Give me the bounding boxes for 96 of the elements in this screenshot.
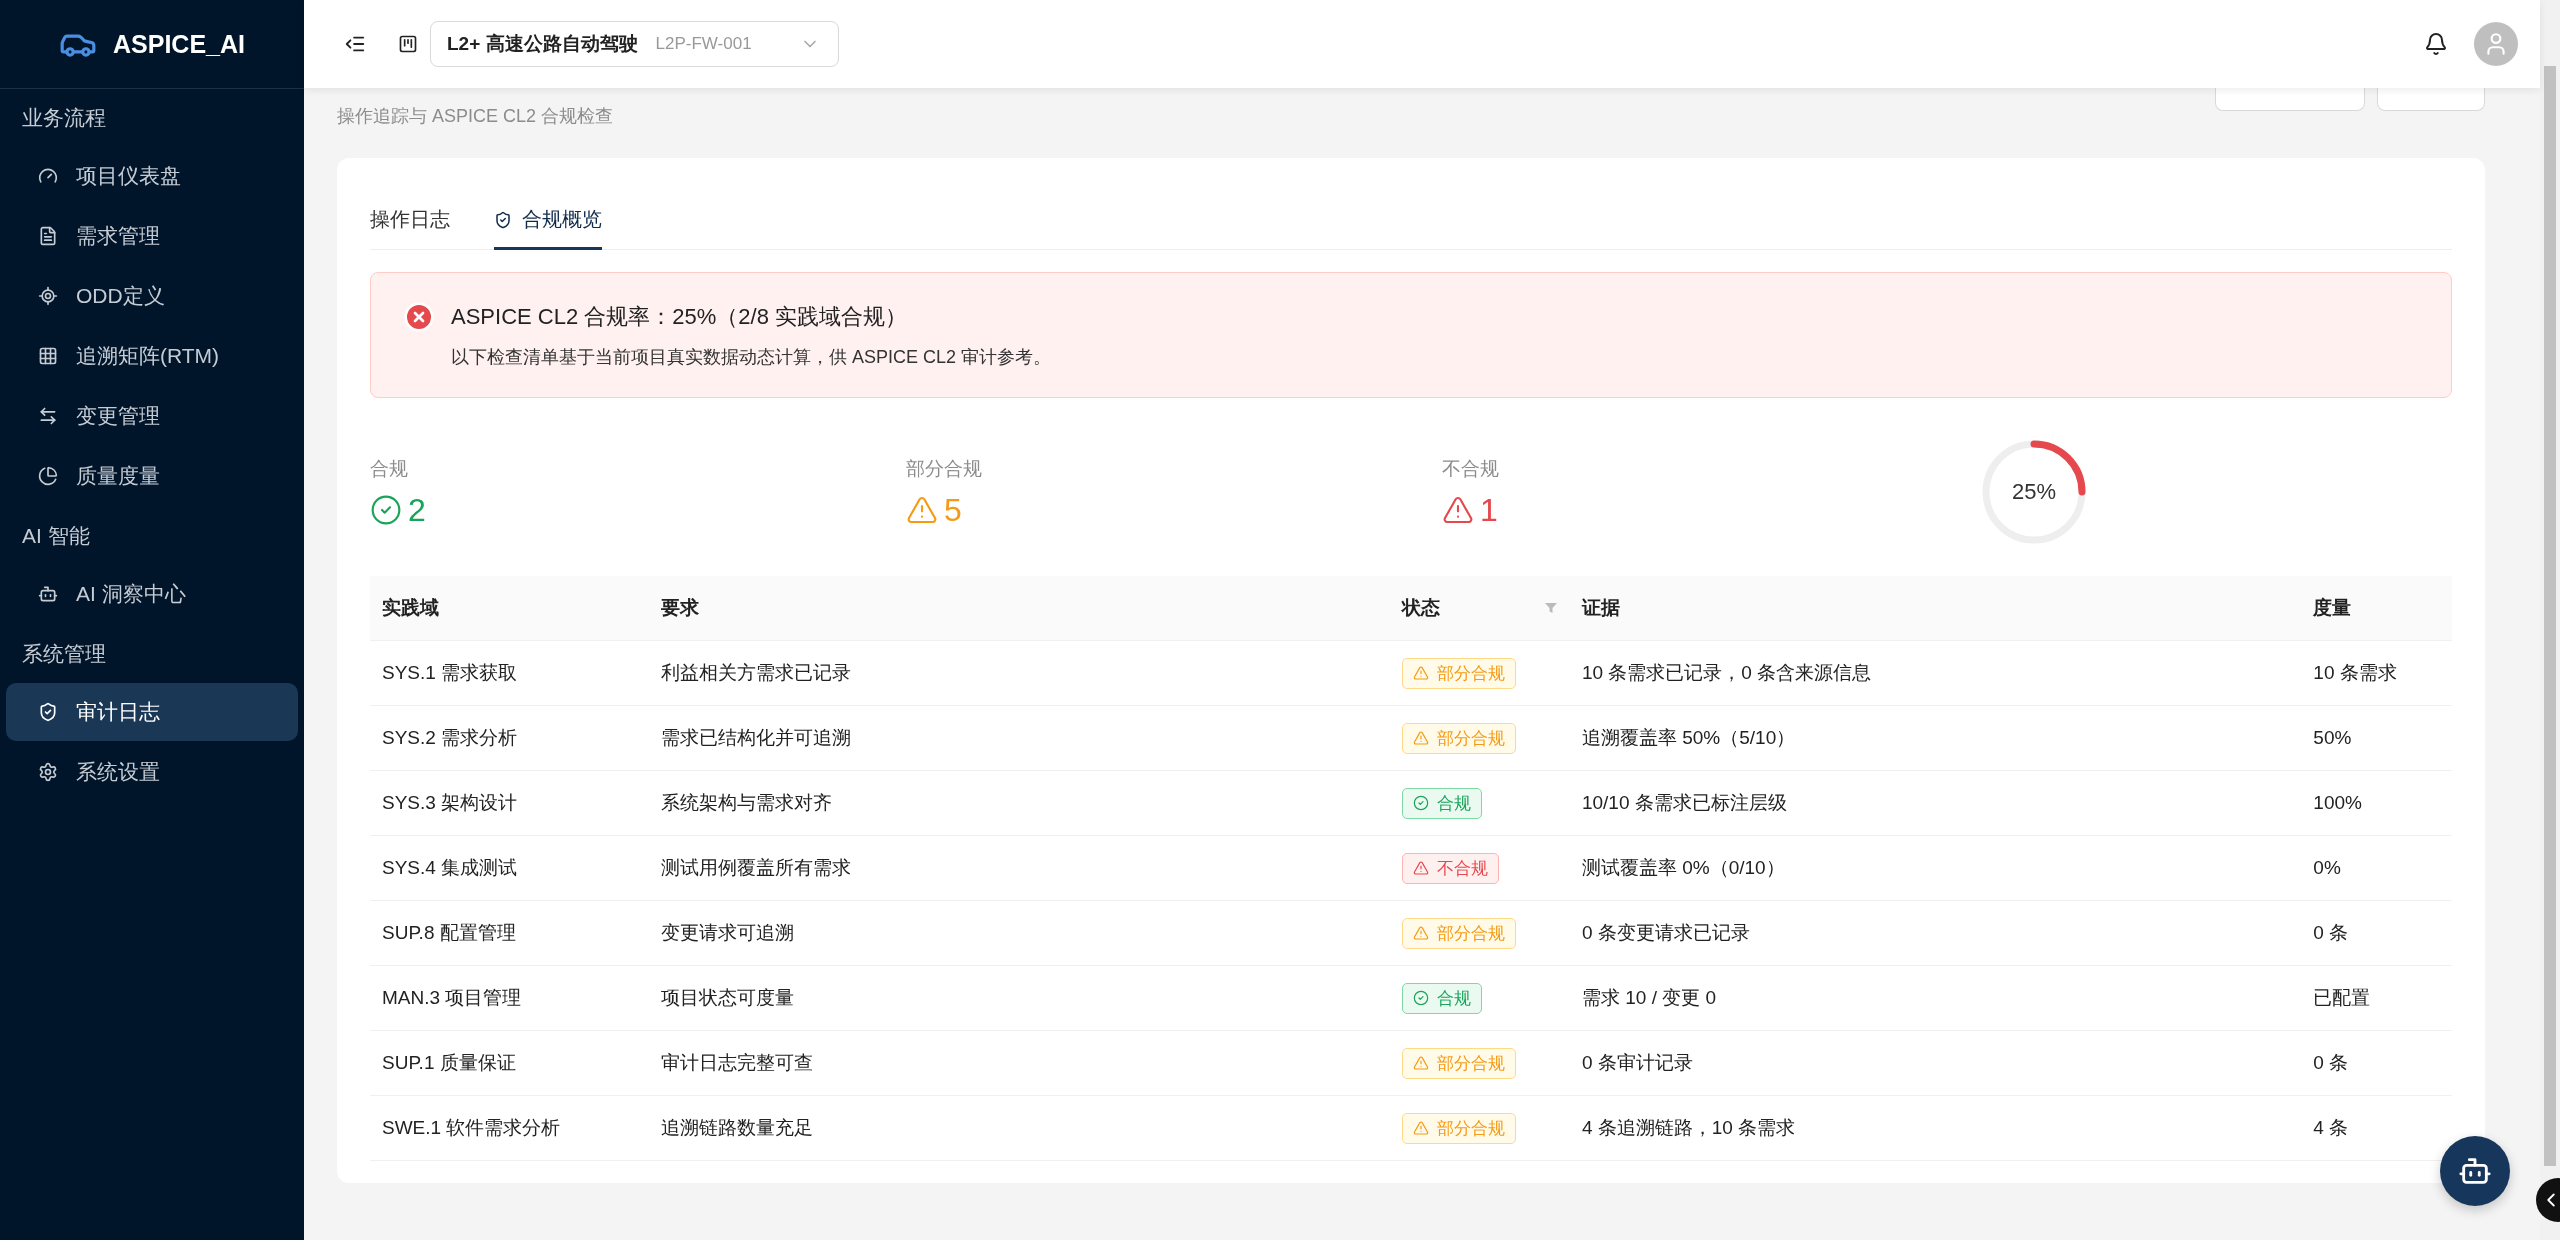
warning-icon [1412,925,1429,941]
alert-message: 以下检查清单基于当前项目真实数据动态计算，供 ASPICE CL2 审计参考。 [451,346,1053,369]
status-tag: 不合规 [1401,852,1499,884]
table-cell: 0 条 [2301,900,2452,966]
stat-value: 5 [944,491,962,529]
table-cell: 100% [2301,770,2452,836]
status-tag: 部分合规 [1401,657,1516,689]
column-header: 证据 [1569,576,2302,641]
scrollbar-thumb[interactable] [2544,66,2556,1166]
progress-reading: 25% [2011,479,2056,505]
stat-label: 部分合规 [906,456,983,481]
project-select[interactable]: L2+ 高速公路自动驾驶 L2P-FW-001 [430,21,839,67]
table-cell: 10 条需求已记录，0 条含来源信息 [1569,640,2302,706]
status-tag: 合规 [1401,787,1482,819]
warning-icon [906,494,938,526]
alert-title: ASPICE CL2 合规率：25%（2/8 实践域合规） [451,303,908,331]
table-cell: 追溯链路数量充足 [648,1095,1390,1161]
table-cell: 4 条追溯链路，10 条需求 [1569,1095,2302,1161]
stat-value: 2 [408,491,426,529]
grid-icon [38,346,58,366]
table-cell: 0 条 [2301,1030,2452,1096]
sidebar-item[interactable]: ODD定义 [6,267,298,325]
table-cell: 审计日志完整可查 [648,1030,1390,1096]
table-cell: 测试覆盖率 0%（0/10） [1569,835,2302,901]
check-circle-icon [370,494,402,526]
column-header: 要求 [648,576,1390,641]
table-cell: 系统架构与需求对齐 [648,770,1390,836]
stat-label: 不合规 [1442,456,1500,481]
shield-check-icon [494,210,512,229]
sidebar-item[interactable]: 需求管理 [6,207,298,265]
bell-icon[interactable] [2424,32,2448,56]
gauge-icon [38,166,58,186]
warning-icon [1412,1055,1429,1071]
check-circle-icon [1412,990,1429,1006]
sidebar-item[interactable]: 变更管理 [6,387,298,445]
stat-value: 1 [1480,491,1498,529]
pie-chart-icon [38,466,58,486]
table-cell: 10/10 条需求已标注层级 [1569,770,2302,836]
column-header: 实践域 [370,576,649,641]
robot-icon [38,584,58,604]
table-cell: MAN.3 项目管理 [370,965,649,1031]
nav-section-label: 系统管理 [21,641,107,667]
table-cell: SYS.2 需求分析 [370,705,649,771]
shield-check-icon [38,702,58,722]
nav-section-label: 业务流程 [21,105,107,131]
table-cell: 利益相关方需求已记录 [648,640,1390,706]
tab[interactable]: 合规概览 [494,194,602,250]
page-subtitle: 操作追踪与 ASPICE CL2 合规检查 [337,105,614,128]
app-logo: ASPICE_AI [113,29,245,59]
check-circle-icon [1412,795,1429,811]
table-cell: 50% [2301,705,2452,771]
table-cell: 项目状态可度量 [648,965,1390,1031]
warning-icon [1412,730,1429,746]
status-tag: 合规 [1401,982,1482,1014]
table-cell: 0 条审计记录 [1569,1030,2302,1096]
table-cell: SYS.3 架构设计 [370,770,649,836]
table-cell: SUP.1 质量保证 [370,1030,649,1096]
warning-icon [1412,860,1429,876]
warning-icon [1412,1120,1429,1136]
column-header: 度量 [2301,576,2452,641]
warning-icon [1442,494,1474,526]
table-cell: 0% [2301,835,2452,901]
table-cell: 0 条变更请求已记录 [1569,900,2302,966]
crosshair-icon [38,286,58,306]
table-cell: SWE.1 软件需求分析 [370,1095,649,1161]
tab[interactable]: 操作日志 [370,194,450,250]
table-cell: 已配置 [2301,965,2452,1031]
table-cell: SUP.8 配置管理 [370,900,649,966]
table-cell: 测试用例覆盖所有需求 [648,835,1390,901]
sidebar-item[interactable]: AI 洞察中心 [6,565,298,623]
column-header: 状态 [1389,576,1570,641]
status-tag: 部分合规 [1401,1112,1516,1144]
sidebar-item[interactable]: 项目仪表盘 [6,147,298,205]
sidebar-item[interactable]: 质量度量 [6,447,298,505]
nav-section-label: AI 智能 [21,523,91,549]
warning-icon [1412,665,1429,681]
status-tag: 部分合规 [1401,1047,1516,1079]
table-cell: SYS.1 需求获取 [370,640,649,706]
sidebar-item[interactable]: 追溯矩阵(RTM) [6,327,298,385]
table-cell: 追溯覆盖率 50%（5/10） [1569,705,2302,771]
document-icon [38,226,58,246]
board-icon[interactable] [398,34,418,54]
status-tag: 部分合规 [1401,722,1516,754]
table-cell: 需求 10 / 变更 0 [1569,965,2302,1031]
status-tag: 部分合规 [1401,917,1516,949]
sidebar-item[interactable]: 审计日志 [6,683,298,741]
table-cell: 10 条需求 [2301,640,2452,706]
swap-arrows-icon [38,406,58,426]
table-cell: 变更请求可追溯 [648,900,1390,966]
table-cell: 需求已结构化并可追溯 [648,705,1390,771]
settings-icon [38,762,58,782]
table-cell: SYS.4 集成测试 [370,835,649,901]
stat-label: 合规 [370,456,409,481]
sidebar-item[interactable]: 系统设置 [6,743,298,801]
assistant-button[interactable] [2440,1136,2510,1206]
error-icon [403,301,435,333]
